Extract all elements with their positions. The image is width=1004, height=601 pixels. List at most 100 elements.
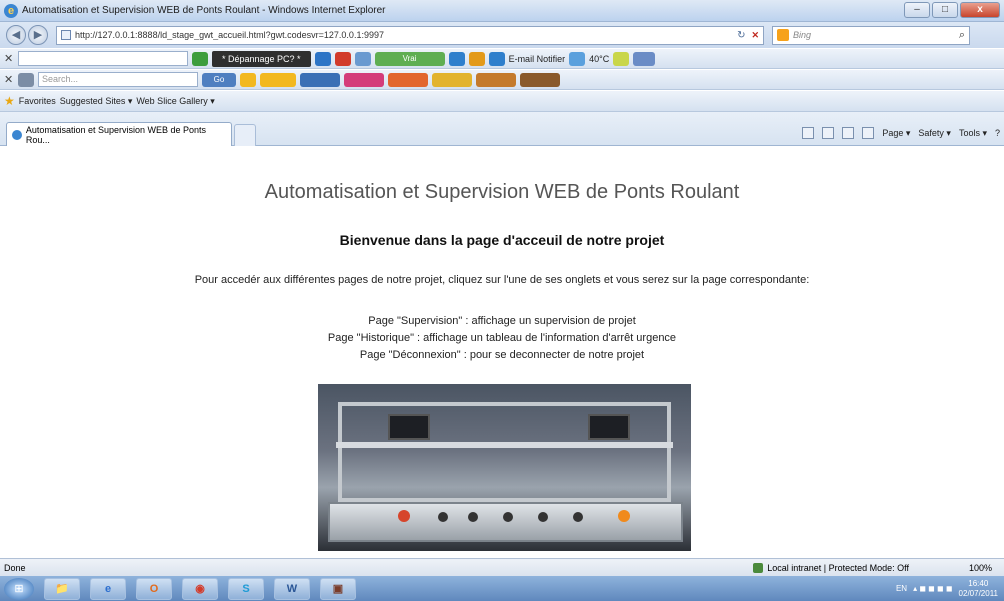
bing-icon	[777, 29, 789, 41]
url-field[interactable]: http://127.0.0.1:8888/ld_stage_gwt_accue…	[56, 25, 764, 45]
photo-base	[328, 502, 683, 542]
toolbar-icon-d[interactable]	[633, 51, 656, 66]
vrai-chip[interactable]: Vrai	[374, 51, 445, 66]
refresh-icon[interactable]: ↻	[737, 30, 745, 41]
command-bar: Page ▾ Safety ▾ Tools ▾ ?	[802, 127, 1000, 139]
page-menu[interactable]: Page ▾	[882, 128, 910, 139]
page-title: Automatisation et Supervision WEB de Pon…	[264, 181, 740, 203]
url-text[interactable]: http://127.0.0.1:8888/ld_stage_gwt_accue…	[75, 30, 731, 40]
toolbar-lightblue-icon[interactable]	[354, 51, 371, 66]
search-icon[interactable]: ⌕	[959, 29, 965, 42]
new-tab-button[interactable]	[234, 124, 256, 146]
status-bar: Done Local intranet | Protected Mode: Of…	[0, 558, 1004, 576]
photo-knob	[503, 512, 513, 522]
weather-icon[interactable]	[569, 51, 586, 66]
window-controls: – □ x	[904, 2, 1000, 18]
maximize-button[interactable]: □	[932, 2, 958, 18]
clock-date: 02/07/2011	[958, 588, 998, 598]
language-indicator[interactable]: EN	[896, 584, 907, 593]
minimize-button[interactable]: –	[904, 2, 930, 18]
temperature-label[interactable]: 40°C	[589, 54, 609, 64]
toolbar-combo[interactable]	[18, 51, 188, 66]
taskbar-app-other[interactable]: ▣	[320, 577, 356, 600]
search-engine-icon[interactable]	[18, 72, 34, 87]
favorites-button[interactable]: Favorites	[19, 96, 56, 106]
stop-icon[interactable]: ✕	[751, 30, 759, 41]
tab-label: Automatisation et Supervision WEB de Pon…	[25, 124, 207, 145]
toolbar-icon-c[interactable]	[613, 51, 630, 66]
taskbar-skype[interactable]: S	[228, 577, 264, 600]
toolbar-icon-g[interactable]	[344, 72, 384, 87]
toolbar-icon-b[interactable]	[468, 51, 485, 66]
page-content: Automatisation et Supervision WEB de Pon…	[0, 147, 1004, 558]
photo-knob	[573, 512, 583, 522]
print-icon[interactable]	[862, 127, 875, 139]
smiley-icon[interactable]	[240, 72, 256, 87]
help-icon[interactable]: ?	[995, 128, 1000, 138]
close-toolbar-icon[interactable]: ✕	[4, 52, 14, 65]
search-placeholder: Bing	[793, 30, 812, 40]
start-button[interactable]: ⊞	[4, 577, 34, 600]
photo-carriage-left	[388, 414, 430, 440]
toolbar-icon-f[interactable]	[300, 72, 340, 87]
mail-icon[interactable]	[488, 51, 505, 66]
mail-read-icon[interactable]	[842, 127, 855, 139]
feeds-icon[interactable]	[822, 127, 835, 139]
ie-icon: e	[4, 3, 18, 18]
toolbar-blue-icon[interactable]	[314, 51, 331, 66]
description-line: Page "Déconnexion" : pour se deconnecter…	[359, 349, 645, 361]
title-bar: e Automatisation et Supervision WEB de P…	[0, 0, 1004, 22]
tools-menu[interactable]: Tools ▾	[959, 128, 987, 139]
clock[interactable]: 16:40 02/07/2011	[959, 579, 998, 599]
toolbar-icon-k[interactable]	[520, 72, 560, 87]
close-toolbar-2-icon[interactable]: ✕	[4, 73, 14, 86]
toolbar-search-input[interactable]: Search...	[38, 72, 198, 87]
taskbar: ⊞ 📁 e O ◉ S W ▣ EN ▴ ◼ ◼ ◼ ◼ 16:40 02/07…	[0, 576, 1004, 601]
toolbar-green-icon[interactable]	[192, 51, 208, 66]
taskbar-explorer[interactable]: 📁	[44, 577, 80, 600]
zone-label: Local intranet | Protected Mode: Off	[767, 562, 909, 573]
toolbar-icon-i[interactable]	[432, 72, 472, 87]
taskbar-word[interactable]: W	[274, 577, 310, 600]
search-input[interactable]: Bing ⌕	[772, 25, 970, 45]
toolbar-icon-a[interactable]	[448, 51, 465, 66]
web-slice-gallery-link[interactable]: Web Slice Gallery ▾	[136, 96, 214, 107]
depannage-button[interactable]: * Dépannage PC? *	[212, 50, 311, 67]
email-notifier-label[interactable]: E-mail Notifier	[509, 54, 566, 64]
description-line: Page "Supervision" : affichage un superv…	[368, 315, 636, 327]
security-zone[interactable]: Local intranet | Protected Mode: Off	[753, 562, 909, 573]
close-button[interactable]: x	[960, 2, 1000, 18]
photo-knob	[468, 512, 478, 522]
window-title: Automatisation et Supervision WEB de Pon…	[22, 5, 386, 16]
photo-knob	[438, 512, 448, 522]
system-tray: EN ▴ ◼ ◼ ◼ ◼ 16:40 02/07/2011	[896, 579, 1004, 599]
toolbar-icon-e[interactable]	[260, 72, 296, 87]
safety-menu[interactable]: Safety ▾	[918, 128, 951, 139]
page-icon	[61, 30, 71, 40]
toolbar-2: ✕ Search... Go	[0, 70, 1004, 90]
toolbar-icon-h[interactable]	[388, 72, 428, 87]
photo-carriage-right	[588, 414, 630, 440]
back-button[interactable]: ◀	[6, 25, 26, 45]
taskbar-app-orange[interactable]: O	[136, 577, 172, 600]
status-text: Done	[4, 562, 26, 573]
toolbar-icon-j[interactable]	[476, 72, 516, 87]
suggested-sites-link[interactable]: Suggested Sites ▾	[60, 96, 133, 107]
forward-button[interactable]: ▶	[28, 25, 48, 45]
photo-knob	[538, 512, 548, 522]
photo-rail	[336, 442, 673, 448]
toolbar-red-icon[interactable]	[334, 51, 351, 66]
home-icon[interactable]	[802, 127, 815, 139]
address-bar: ◀ ▶ http://127.0.0.1:8888/ld_stage_gwt_a…	[0, 22, 1004, 48]
go-button[interactable]: Go	[202, 72, 236, 87]
page-intro: Pour accedér aux différentes pages de no…	[194, 274, 810, 286]
zoom-level[interactable]: 100%	[969, 563, 992, 573]
taskbar-internet-explorer[interactable]: e	[90, 577, 126, 600]
description-line: Page "Historique" : affichage un tableau…	[327, 332, 677, 344]
tray-icons[interactable]: ▴ ◼ ◼ ◼ ◼	[913, 584, 952, 593]
photo-red-button	[398, 510, 410, 522]
taskbar-chrome[interactable]: ◉	[182, 577, 218, 600]
favorites-star-icon: ★	[4, 94, 15, 108]
tab-active[interactable]: Automatisation et Supervision WEB de Pon…	[6, 122, 232, 146]
tab-row: Automatisation et Supervision WEB de Pon…	[0, 112, 1004, 146]
